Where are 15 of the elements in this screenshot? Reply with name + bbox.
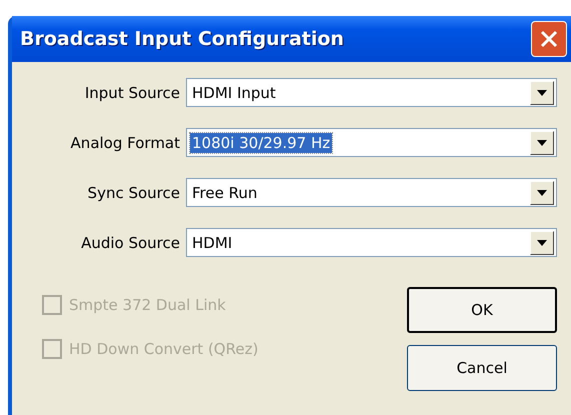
- field-label: Analog Format: [70, 134, 181, 152]
- field-label: Sync Source: [86, 184, 181, 202]
- dropdown-field[interactable]: HDMI: [186, 228, 557, 257]
- checkbox-label: HD Down Convert (QRez): [69, 340, 258, 358]
- dropdown-field[interactable]: Free Run: [186, 178, 557, 207]
- close-icon: [539, 29, 559, 49]
- checkbox-label: Smpte 372 Dual Link: [69, 296, 226, 314]
- dropdown-field[interactable]: 1080i 30/29.97 Hz: [186, 128, 557, 157]
- ok-button[interactable]: OK: [407, 287, 557, 333]
- field-label: Input Source: [84, 84, 181, 102]
- close-button[interactable]: [531, 21, 567, 57]
- window-title: Broadcast Input Configuration: [20, 28, 344, 50]
- dropdown-field[interactable]: HDMI Input: [186, 78, 557, 107]
- field-label: Audio Source: [80, 234, 181, 252]
- cancel-button[interactable]: Cancel: [407, 345, 557, 391]
